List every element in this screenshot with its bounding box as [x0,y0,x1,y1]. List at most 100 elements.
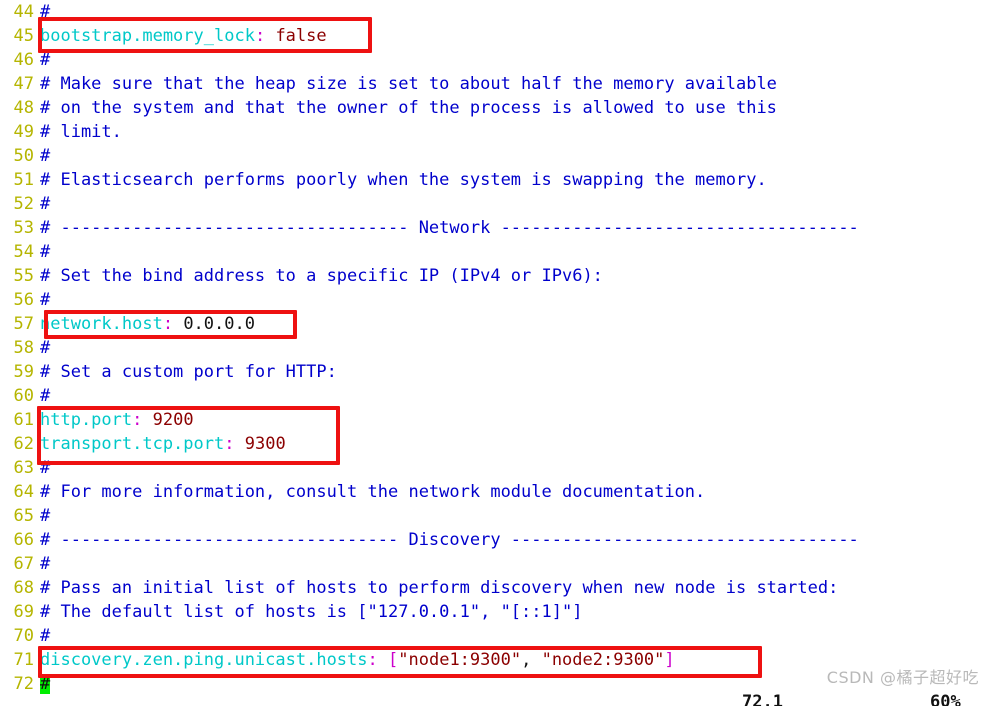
token-val-str: "node1:9300" [398,650,522,670]
line-number: 63 [13,458,34,478]
line-number: 45 [13,26,34,46]
line-number: 71 [13,650,34,670]
line-number: 57 [13,314,34,334]
token-val-plain: , [521,650,542,670]
token-key: http.port [40,410,133,430]
token-comment: # Set a custom port for HTTP: [40,362,337,382]
line-number: 54 [13,242,34,262]
token-comment: # [40,458,51,478]
code-line[interactable]: 57 network.host: 0.0.0.0 [0,312,991,336]
code-line-content: # [40,194,50,214]
line-number: 55 [13,266,34,286]
line-number: 58 [13,338,34,358]
code-line-content: # Elasticsearch performs poorly when the… [40,170,767,190]
code-line-content: # [40,674,51,694]
token-val-num: 9200 [152,410,194,430]
code-line[interactable]: 45 bootstrap.memory_lock: false [0,24,991,48]
token-val-num: false [275,26,327,46]
code-line[interactable]: 53 # ---------------------------------- N… [0,216,991,240]
line-number: 67 [13,554,34,574]
code-line[interactable]: 60 # [0,384,991,408]
line-number: 56 [13,290,34,310]
line-number: 53 [13,218,34,238]
token-key: discovery.zen.ping.unicast.hosts [40,650,368,670]
code-line-content: http.port: 9200 [40,410,194,430]
code-line[interactable]: 50 # [0,144,991,168]
cursor-position-indicator: 72,1 [742,692,783,706]
code-line-content: # The default list of hosts is ["127.0.0… [40,602,582,622]
code-line-content: # [40,338,50,358]
token-comment: # For more information, consult the netw… [40,482,706,502]
line-number: 49 [13,122,34,142]
line-number: 48 [13,98,34,118]
line-number: 69 [13,602,34,622]
code-line[interactable]: 61 http.port: 9200 [0,408,991,432]
token-comment: # [40,242,51,262]
code-line[interactable]: 58 # [0,336,991,360]
token-colon: : [132,410,143,430]
code-line-content: bootstrap.memory_lock: false [40,26,327,46]
code-line-content: # Set the bind address to a specific IP … [40,266,603,286]
token-comment: # [40,386,51,406]
token-colon: : [224,434,235,454]
token-comment: # --------------------------------- Disc… [40,530,859,550]
code-line-content: network.host: 0.0.0.0 [40,314,255,334]
token-comment: # [40,146,51,166]
code-line[interactable]: 69 # The default list of hosts is ["127.0… [0,600,991,624]
code-line[interactable]: 65 # [0,504,991,528]
code-line-content: # on the system and that the owner of th… [40,98,777,118]
code-line[interactable]: 56 # [0,288,991,312]
code-line[interactable]: 64 # For more information, consult the ne… [0,480,991,504]
code-line[interactable]: 70 # [0,624,991,648]
code-line-content: transport.tcp.port: 9300 [40,434,286,454]
token-key: transport.tcp.port [40,434,225,454]
code-line[interactable]: 44 # [0,0,991,24]
code-line[interactable]: 54 # [0,240,991,264]
token-comment: # [40,50,51,70]
line-number: 46 [13,50,34,70]
code-line[interactable]: 59 # Set a custom port for HTTP: [0,360,991,384]
code-line-content: # [40,626,50,646]
line-number: 66 [13,530,34,550]
code-line[interactable]: 51 # Elasticsearch performs poorly when t… [0,168,991,192]
token-key: network.host [40,314,163,334]
vim-editor-window[interactable]: 44 #45 bootstrap.memory_lock: false 46 #47 # … [0,0,991,706]
line-number: 59 [13,362,34,382]
token-val-plain [234,434,244,454]
code-line-content: discovery.zen.ping.unicast.hosts: ["node… [40,650,675,670]
code-line[interactable]: 67 # [0,552,991,576]
token-comment: # Elasticsearch performs poorly when the… [40,170,767,190]
code-line-content: # [40,506,50,526]
code-area[interactable]: 44 #45 bootstrap.memory_lock: false 46 #47 # … [0,0,991,696]
line-number: 47 [13,74,34,94]
code-line[interactable]: 52 # [0,192,991,216]
token-val-plain: 0.0.0.0 [173,314,255,334]
token-val-str: "node2:9300" [541,650,665,670]
token-val-plain [142,410,152,430]
line-number: 51 [13,170,34,190]
token-comment: # [40,338,51,358]
code-line[interactable]: 47 # Make sure that the heap size is set … [0,72,991,96]
token-bracket: ] [664,650,675,670]
code-line[interactable]: 48 # on the system and that the owner of … [0,96,991,120]
code-line-content: # [40,2,50,22]
token-val-plain [265,26,275,46]
code-line-content: # Pass an initial list of hosts to perfo… [40,578,838,598]
code-line[interactable]: 63 # [0,456,991,480]
code-line-content: # For more information, consult the netw… [40,482,705,502]
token-comment: # ---------------------------------- Net… [40,218,859,238]
code-line-content: # [40,50,50,70]
code-line[interactable]: 68 # Pass an initial list of hosts to per… [0,576,991,600]
line-number: 52 [13,194,34,214]
token-comment: # on the system and that the owner of th… [40,98,777,118]
token-comment: # Pass an initial list of hosts to perfo… [40,578,839,598]
code-line[interactable]: 49 # limit. [0,120,991,144]
token-bracket: [ [388,650,399,670]
token-colon: : [367,650,378,670]
code-line[interactable]: 55 # Set the bind address to a specific I… [0,264,991,288]
code-line-content: # [40,146,50,166]
code-line[interactable]: 46 # [0,48,991,72]
code-line[interactable]: 66 # --------------------------------- Di… [0,528,991,552]
code-line[interactable]: 62 transport.tcp.port: 9300 [0,432,991,456]
line-number: 68 [13,578,34,598]
